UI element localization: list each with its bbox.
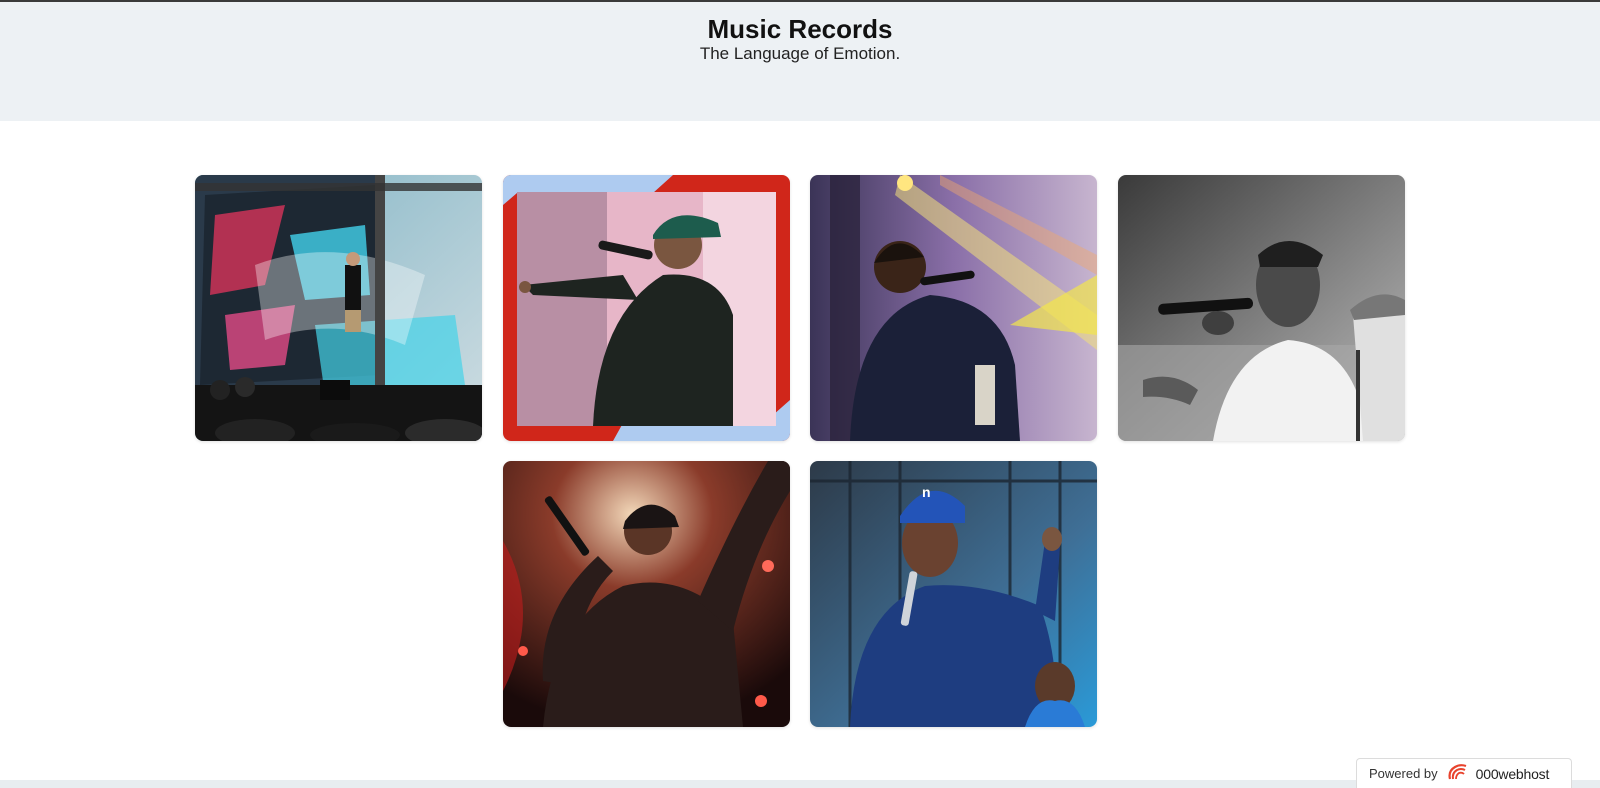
powered-by-label: Powered by	[1369, 766, 1438, 781]
rapper-green-cap-image	[503, 175, 790, 441]
singer-black-white-image	[1118, 175, 1405, 441]
brand-name: 000webhost	[1475, 765, 1550, 782]
gallery-photo-rapper-red-lights[interactable]	[503, 461, 790, 727]
rapper-red-lights-image	[503, 461, 790, 727]
site-title: Music Records	[707, 14, 893, 44]
concert-stage-image	[195, 175, 482, 441]
singer-purple-lights-image	[810, 175, 1097, 441]
site-header: Music Records The Language of Emotion.	[0, 2, 1600, 121]
gallery-photo-rapper-blue-jacket[interactable]: n	[810, 461, 1097, 727]
rapper-blue-jacket-image: n	[810, 461, 1097, 727]
000webhost-logo-icon	[1446, 763, 1468, 784]
site-tagline: The Language of Emotion.	[699, 44, 901, 63]
gallery-photo-rapper-green-cap[interactable]	[503, 175, 790, 441]
photo-gallery: n	[0, 121, 1600, 781]
svg-text:n: n	[922, 484, 931, 500]
gallery-photo-singer-purple-lights[interactable]	[810, 175, 1097, 441]
gallery-photo-concert-stage[interactable]	[195, 175, 482, 441]
powered-by-badge[interactable]: Powered by 000webhost	[1356, 758, 1572, 788]
gallery-photo-singer-black-white[interactable]	[1118, 175, 1405, 441]
